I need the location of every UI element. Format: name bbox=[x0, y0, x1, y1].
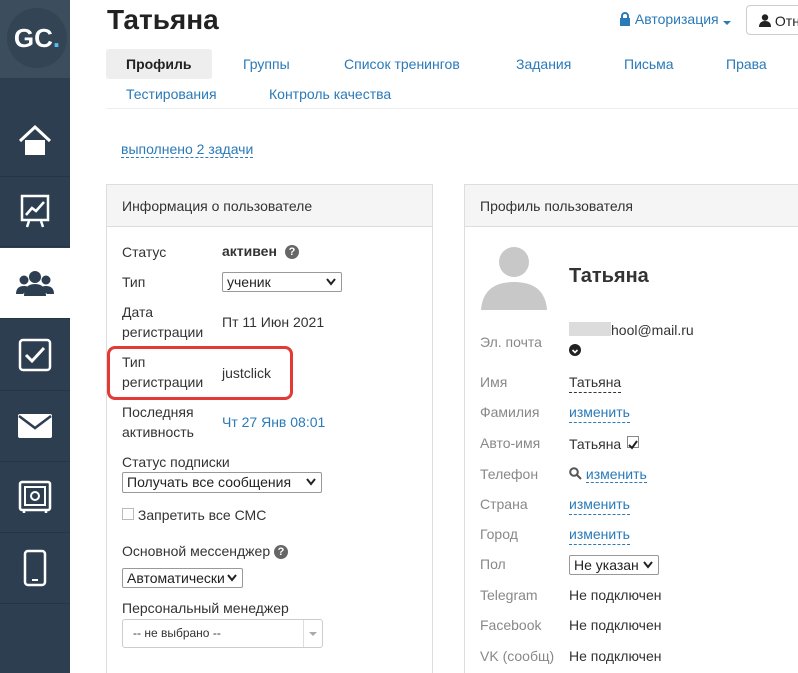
nav-analytics[interactable] bbox=[0, 176, 70, 247]
email-redaction bbox=[569, 322, 611, 336]
vk-value: Не подключен bbox=[569, 648, 662, 664]
logo[interactable]: GC. bbox=[0, 0, 70, 78]
country-label: Страна bbox=[480, 496, 528, 512]
authorization-dropdown[interactable]: Авторизация bbox=[619, 11, 731, 27]
nav-safe[interactable] bbox=[0, 462, 70, 533]
email-value: hool@mail.ru bbox=[611, 322, 694, 338]
checkbox-icon bbox=[18, 338, 52, 372]
messenger-select[interactable]: Автоматически bbox=[122, 568, 243, 588]
gender-select-value: Не указан bbox=[574, 557, 639, 573]
tabs-divider bbox=[106, 108, 798, 109]
tab-assignments[interactable]: Задания bbox=[516, 56, 571, 72]
search-icon bbox=[569, 467, 582, 480]
highlight-frame bbox=[107, 346, 293, 400]
messenger-help-icon[interactable]: ? bbox=[274, 545, 288, 559]
auto-name-checkbox[interactable] bbox=[627, 436, 639, 450]
caret-down-icon bbox=[309, 632, 317, 636]
manager-label: Персональный менеджер bbox=[122, 600, 289, 616]
vk-label: VK (сообщ) bbox=[480, 648, 555, 664]
type-select[interactable]: ученик bbox=[222, 272, 342, 292]
status-help-icon[interactable]: ? bbox=[285, 241, 299, 261]
safe-icon bbox=[18, 480, 52, 513]
tab-trainings[interactable]: Список тренингов bbox=[344, 56, 460, 72]
home-icon bbox=[18, 124, 52, 155]
first-name-value[interactable]: Татьяна bbox=[569, 372, 622, 393]
status-label: Статус bbox=[122, 244, 167, 260]
nav-home[interactable] bbox=[0, 106, 70, 177]
facebook-label: Facebook bbox=[480, 617, 542, 633]
tab-rights[interactable]: Права bbox=[726, 56, 767, 72]
other-button[interactable]: Отн bbox=[746, 5, 798, 35]
tab-letters[interactable]: Письма bbox=[624, 56, 674, 72]
completed-tasks-link[interactable]: выполнено 2 задачи bbox=[121, 141, 254, 158]
caret-down-icon bbox=[722, 21, 731, 25]
tab-profile[interactable]: Профиль bbox=[106, 49, 212, 79]
city-edit[interactable]: изменить bbox=[569, 524, 630, 545]
type-select-value: ученик bbox=[227, 274, 271, 290]
messenger-label: Основной мессенджер bbox=[122, 543, 271, 559]
sidebar: GC. bbox=[0, 0, 70, 673]
manager-select-arrow bbox=[303, 620, 322, 647]
last-name-label: Фамилия bbox=[480, 404, 540, 420]
telegram-value: Не подключен bbox=[569, 587, 662, 603]
gender-select[interactable]: Не указан bbox=[569, 555, 659, 575]
nav-users[interactable] bbox=[0, 248, 70, 319]
subscription-label: Статус подписки bbox=[122, 454, 230, 470]
last-activity-label: Последняя активность bbox=[122, 404, 194, 440]
mail-icon bbox=[18, 414, 52, 438]
user-icon bbox=[759, 14, 771, 27]
other-label: Отн bbox=[774, 13, 798, 29]
last-activity-value[interactable]: Чт 27 Янв 08:01 bbox=[222, 412, 325, 432]
tab-quality-control[interactable]: Контроль качества bbox=[269, 86, 391, 102]
auto-name-value: Татьяна bbox=[569, 436, 622, 452]
tab-testing[interactable]: Тестирования bbox=[126, 86, 217, 102]
chevron-down-icon bbox=[326, 278, 336, 286]
block-sms-label: Запретить все СМС bbox=[137, 507, 267, 523]
nav-tasks[interactable] bbox=[0, 320, 70, 391]
user-info-title: Информация о пользователе bbox=[107, 185, 432, 227]
manager-select[interactable]: -- не выбрано -- bbox=[122, 619, 323, 648]
city-label: Город bbox=[480, 526, 518, 542]
nav-mobile[interactable] bbox=[0, 533, 70, 604]
chevron-circle-down-icon[interactable] bbox=[569, 344, 581, 356]
authorization-label: Авторизация bbox=[634, 11, 719, 27]
chevron-down-icon bbox=[227, 574, 237, 582]
country-edit[interactable]: изменить bbox=[569, 494, 630, 515]
tab-groups[interactable]: Группы bbox=[243, 56, 290, 72]
user-profile-title: Профиль пользователя bbox=[465, 185, 798, 227]
avatar[interactable] bbox=[479, 240, 549, 310]
profile-name: Татьяна bbox=[569, 265, 649, 287]
status-value: активен bbox=[222, 243, 277, 259]
nav-mail[interactable] bbox=[0, 391, 70, 462]
manager-select-value: -- не выбрано -- bbox=[133, 626, 221, 640]
chart-icon bbox=[20, 194, 50, 228]
gender-label: Пол bbox=[480, 556, 506, 572]
last-name-edit[interactable]: изменить bbox=[569, 402, 630, 423]
facebook-value: Не подключен bbox=[569, 617, 662, 633]
messenger-label-row: Основной мессенджер ? bbox=[122, 541, 288, 561]
reg-date-value: Пт 11 Июн 2021 bbox=[222, 314, 325, 330]
first-name-label: Имя bbox=[480, 374, 508, 390]
block-sms-row[interactable]: Запретить все СМС bbox=[122, 505, 266, 525]
mobile-icon bbox=[23, 549, 47, 587]
logo-mark: GC. bbox=[7, 8, 67, 68]
auto-name-label: Авто-имя bbox=[480, 435, 541, 451]
phone-label: Телефон bbox=[480, 466, 539, 482]
type-label: Тип bbox=[122, 274, 146, 290]
subscription-select-value: Получать все сообщения bbox=[127, 474, 292, 490]
chevron-down-icon bbox=[306, 478, 316, 486]
lock-icon bbox=[620, 12, 630, 26]
messenger-select-value: Автоматически bbox=[127, 570, 225, 586]
telegram-label: Telegram bbox=[480, 587, 538, 603]
email-label: Эл. почта bbox=[480, 334, 542, 350]
phone-edit-row[interactable]: изменить bbox=[569, 464, 647, 484]
chevron-down-icon bbox=[643, 561, 653, 569]
phone-edit[interactable]: изменить bbox=[585, 466, 647, 483]
subscription-select[interactable]: Получать все сообщения bbox=[122, 472, 322, 493]
page-title: Татьяна bbox=[107, 4, 219, 35]
users-icon bbox=[16, 271, 54, 296]
main-content: Татьяна Авторизация Отн Профиль Группы С… bbox=[70, 0, 798, 673]
block-sms-checkbox[interactable] bbox=[122, 508, 134, 520]
reg-date-label: Дата регистрации bbox=[122, 304, 204, 340]
